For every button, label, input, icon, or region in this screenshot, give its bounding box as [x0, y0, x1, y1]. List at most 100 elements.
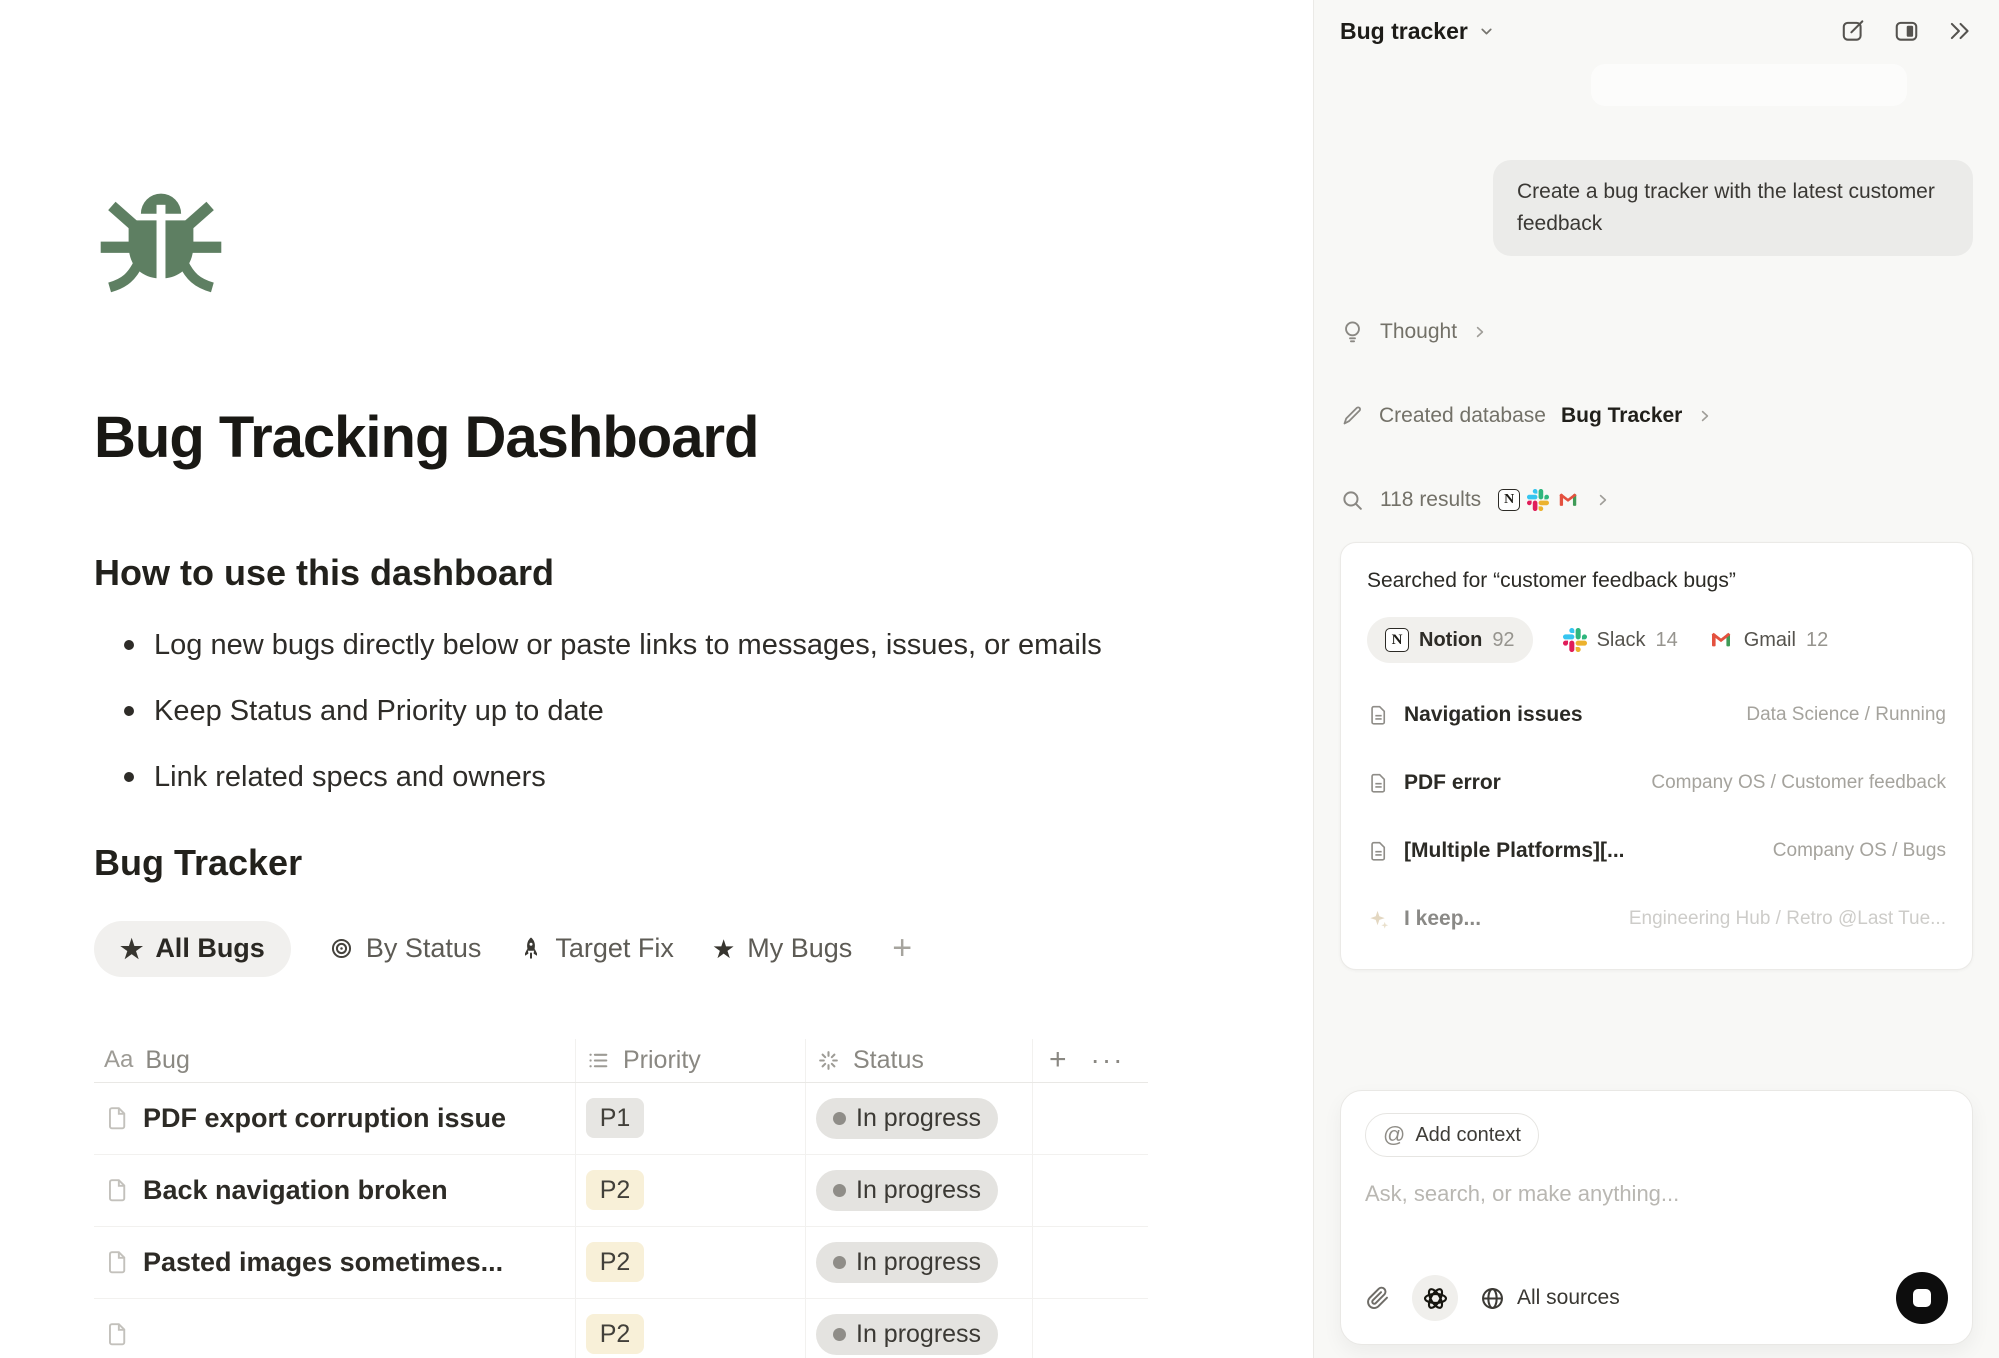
step-search-results[interactable]: 118 results N	[1340, 478, 1973, 522]
status-pill[interactable]: In progress	[816, 1170, 998, 1211]
result-breadcrumb: Data Science / Running	[1746, 704, 1946, 726]
search-result-item[interactable]: PDF error Company OS / Customer feedback	[1367, 759, 1946, 807]
chevron-down-icon[interactable]	[1478, 23, 1495, 40]
collapse-panel-icon[interactable]	[1947, 18, 1973, 44]
result-breadcrumb: Engineering Hub / Retro @Last Tue...	[1629, 908, 1946, 930]
status-dot	[833, 1256, 846, 1269]
column-header-bug[interactable]: Aa Bug	[94, 1039, 576, 1082]
text-property-icon: Aa	[104, 1046, 133, 1074]
priority-pill[interactable]: P1	[586, 1098, 644, 1138]
filter-chip-notion[interactable]: N Notion 92	[1367, 617, 1533, 663]
add-context-label: Add context	[1415, 1124, 1521, 1147]
tab-label: Target Fix	[555, 933, 674, 964]
priority-pill[interactable]: P2	[586, 1242, 644, 1282]
source-filter-chips: N Notion 92 Slack 14	[1367, 617, 1946, 663]
tab-my-bugs[interactable]: ★ My Bugs	[712, 933, 852, 964]
assistant-thread-title[interactable]: Bug tracker	[1340, 18, 1468, 45]
tab-label: All Bugs	[155, 933, 265, 964]
step-thought[interactable]: Thought	[1340, 310, 1973, 354]
bullet-item: Keep Status and Priority up to date	[94, 693, 1148, 729]
filter-chip-slack[interactable]: Slack 14	[1563, 628, 1678, 652]
table-more-button[interactable]: ···	[1091, 1044, 1125, 1076]
model-selector-openai[interactable]	[1412, 1275, 1458, 1321]
result-breadcrumb: Company OS / Customer feedback	[1651, 772, 1946, 794]
table-row[interactable]: PDF export corruption issue P1 In progre…	[94, 1083, 1148, 1155]
table-header-actions: + ···	[1033, 1039, 1148, 1082]
search-result-list: Navigation issues Data Science / Running…	[1367, 691, 1946, 943]
column-label: Priority	[623, 1046, 701, 1075]
stop-generation-button[interactable]	[1896, 1272, 1948, 1324]
page-icon	[104, 1249, 131, 1276]
step-label: Created database	[1379, 404, 1546, 428]
table-row[interactable]: Pasted images sometimes... P2 In progres…	[94, 1227, 1148, 1299]
all-sources-button[interactable]: All sources	[1479, 1285, 1620, 1312]
search-result-item[interactable]: I keep... Engineering Hub / Retro @Last …	[1367, 895, 1946, 943]
side-panel-icon[interactable]	[1893, 18, 1920, 44]
howto-bullet-list: Log new bugs directly below or paste lin…	[94, 627, 1148, 795]
priority-pill[interactable]: P2	[586, 1170, 644, 1210]
bug-title: Pasted images sometimes...	[143, 1247, 503, 1278]
status-spinner-icon	[816, 1048, 841, 1073]
user-message-bubble: Create a bug tracker with the latest cus…	[1493, 160, 1973, 256]
status-dot	[833, 1184, 846, 1197]
add-view-button[interactable]: +	[892, 929, 912, 968]
assistant-header: Bug tracker	[1340, 0, 1973, 62]
tab-all-bugs[interactable]: ★ All Bugs	[94, 921, 291, 977]
status-pill[interactable]: In progress	[816, 1098, 998, 1139]
new-chat-icon[interactable]	[1840, 18, 1866, 44]
attachment-icon[interactable]	[1365, 1285, 1391, 1311]
status-pill[interactable]: In progress	[816, 1242, 998, 1283]
chip-count: 12	[1806, 629, 1828, 652]
star-icon: ★	[712, 936, 735, 962]
add-column-button[interactable]: +	[1049, 1043, 1067, 1077]
table-body: PDF export corruption issue P1 In progre…	[94, 1083, 1148, 1358]
document-icon	[1367, 772, 1390, 795]
slack-icon	[1527, 489, 1549, 511]
page-icon	[104, 1177, 131, 1204]
agent-steps: Thought Created database Bug Tracker	[1340, 310, 1973, 522]
composer-input[interactable]: Ask, search, or make anything...	[1365, 1181, 1948, 1207]
document-icon	[1367, 704, 1390, 727]
ai-assistant-panel: Bug tracker Create a bu	[1313, 0, 1999, 1358]
chevron-right-icon	[1472, 324, 1488, 340]
result-breadcrumb: Company OS / Bugs	[1773, 840, 1946, 862]
result-title: I keep...	[1404, 907, 1481, 931]
column-header-priority[interactable]: Priority	[576, 1039, 806, 1082]
notion-icon: N	[1498, 489, 1520, 511]
chip-count: 14	[1655, 629, 1677, 652]
search-result-item[interactable]: Navigation issues Data Science / Running	[1367, 691, 1946, 739]
bulleted-list-icon	[586, 1048, 611, 1073]
search-result-item[interactable]: [Multiple Platforms][... Company OS / Bu…	[1367, 827, 1946, 875]
chevron-right-icon	[1595, 492, 1611, 508]
status-dot	[833, 1328, 846, 1341]
table-row[interactable]: P2 In progress	[94, 1299, 1148, 1358]
star-icon: ★	[120, 936, 143, 962]
status-pill[interactable]: In progress	[816, 1314, 998, 1355]
add-context-chip[interactable]: @ Add context	[1365, 1113, 1539, 1157]
step-label: Thought	[1380, 320, 1457, 344]
tab-label: My Bugs	[747, 933, 852, 964]
assistant-composer: @ Add context Ask, search, or make anyth…	[1340, 1090, 1973, 1345]
page-icon	[104, 1105, 131, 1132]
chip-count: 92	[1492, 629, 1514, 652]
step-created-database[interactable]: Created database Bug Tracker	[1340, 394, 1973, 438]
page-bug-icon[interactable]	[94, 189, 228, 301]
page-title: Bug Tracking Dashboard	[94, 403, 1148, 473]
priority-pill[interactable]: P2	[586, 1314, 644, 1354]
column-header-status[interactable]: Status	[806, 1039, 1033, 1082]
table-header-row: Aa Bug Priority	[94, 1039, 1148, 1083]
search-results-card: Searched for “customer feedback bugs” N …	[1340, 542, 1973, 970]
table-row[interactable]: Back navigation broken P2 In progress	[94, 1155, 1148, 1227]
filter-chip-gmail[interactable]: Gmail 12	[1708, 628, 1828, 652]
openai-logo-icon	[1422, 1285, 1449, 1312]
tab-target-fix[interactable]: Target Fix	[519, 933, 674, 964]
chip-label: Slack	[1597, 629, 1646, 652]
tab-by-status[interactable]: By Status	[329, 933, 482, 964]
document-icon	[1367, 840, 1390, 863]
chevron-right-icon	[1697, 408, 1713, 424]
stop-icon	[1913, 1289, 1931, 1307]
bug-title: Back navigation broken	[143, 1175, 448, 1206]
tab-label: By Status	[366, 933, 482, 964]
status-label: In progress	[856, 1104, 981, 1133]
target-icon	[329, 936, 354, 961]
